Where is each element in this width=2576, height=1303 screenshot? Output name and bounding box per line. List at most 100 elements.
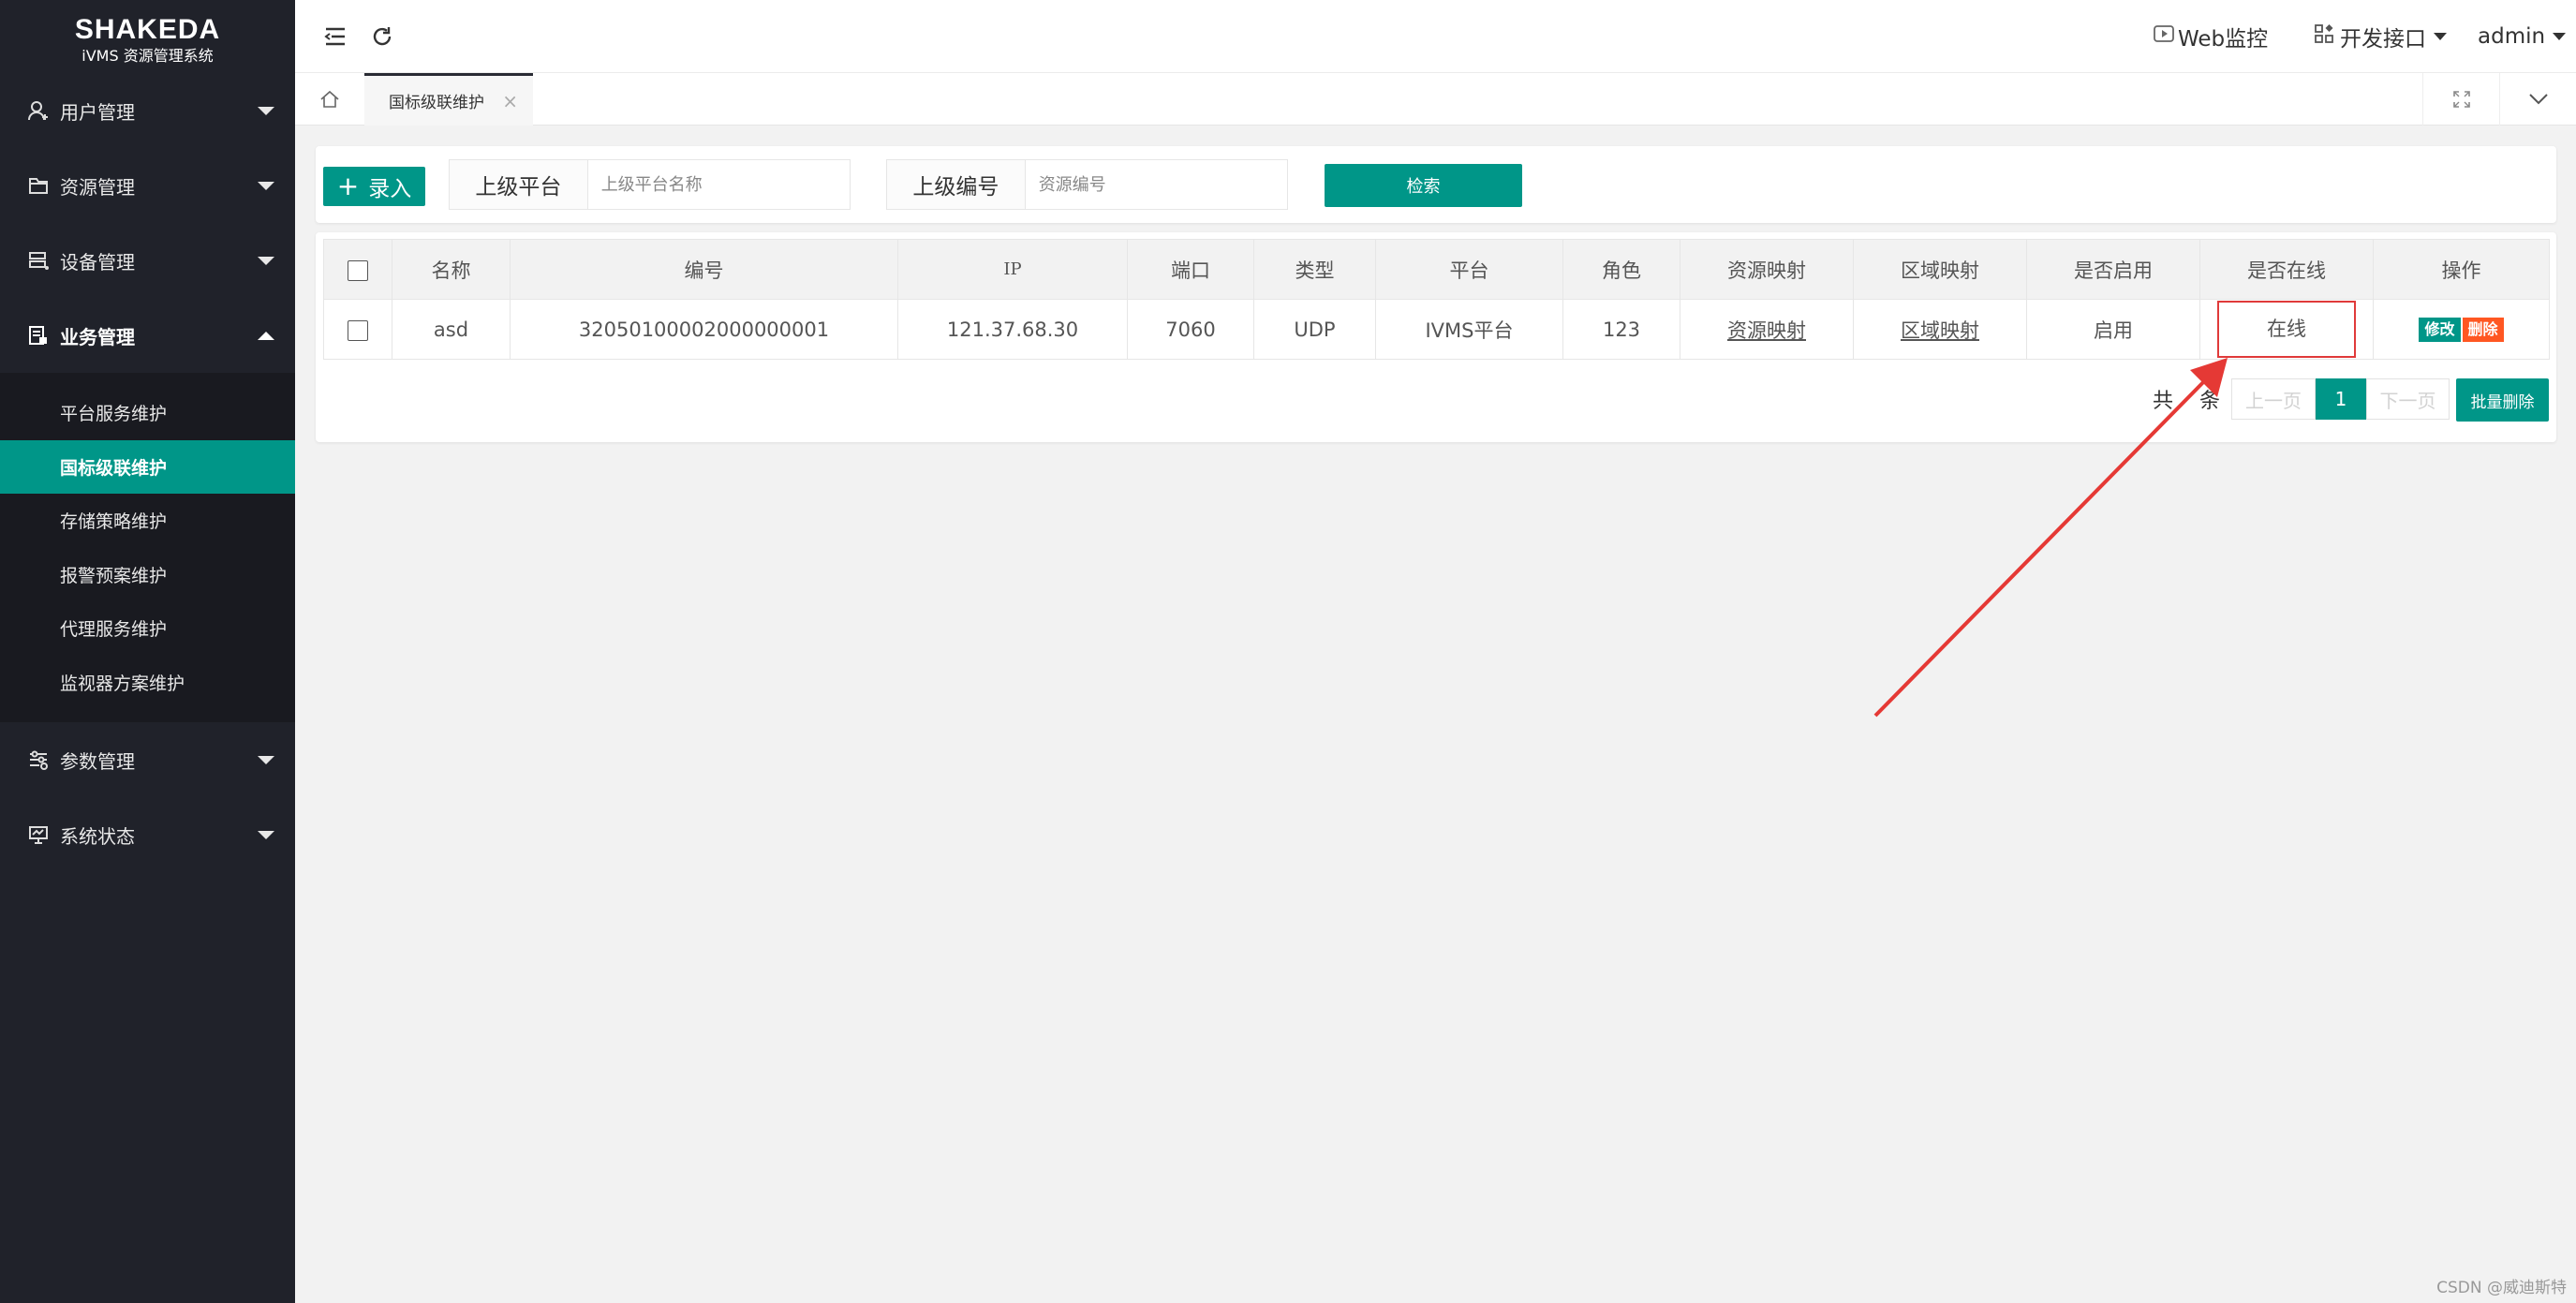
- caret-down-icon: [2553, 33, 2567, 40]
- user-menu[interactable]: admin: [2478, 0, 2567, 73]
- delete-button[interactable]: 删除: [2462, 318, 2504, 342]
- logo-brand: SHAKEDA: [74, 14, 221, 45]
- platform-label: 上级平台: [450, 160, 588, 209]
- column-header: 操作: [2373, 239, 2550, 300]
- close-icon[interactable]: ×: [502, 90, 518, 112]
- top-header: Web监控 开发接口 admin: [295, 0, 2576, 73]
- sidebar-item-platform-service[interactable]: 平台服务维护: [0, 386, 295, 440]
- column-header: 端口: [1127, 239, 1254, 300]
- platform-field: 上级平台: [449, 159, 851, 210]
- sidebar-item-storage-policy[interactable]: 存储策略维护: [0, 494, 295, 548]
- folder-icon: [26, 173, 51, 198]
- monitor-icon: [26, 822, 51, 847]
- column-header: 类型: [1253, 239, 1376, 300]
- resource-code-input[interactable]: [1025, 160, 1287, 209]
- batch-delete-button[interactable]: 批量删除: [2456, 378, 2549, 422]
- tab-dropdown-icon[interactable]: [2499, 73, 2576, 126]
- add-button-label: 录入: [368, 177, 412, 201]
- chevron-down-icon: [258, 831, 274, 839]
- total-prefix: 共: [2153, 390, 2174, 413]
- web-monitor-link[interactable]: Web监控: [2154, 0, 2268, 73]
- home-icon[interactable]: [295, 73, 365, 126]
- dev-api-menu[interactable]: 开发接口: [2314, 0, 2447, 73]
- column-header: 资源映射: [1680, 239, 1854, 300]
- sidebar-item-label: 用户管理: [60, 100, 135, 124]
- row-select-cell: [323, 299, 392, 360]
- table-header-row: 名称 编号 IP 端口 类型 平台 角色 资源映射 区域映射 是否启用 是否在线…: [323, 239, 2550, 300]
- total-count: 共 条: [2153, 384, 2220, 414]
- watermark: CSDN @威迪斯特: [2436, 1279, 2567, 1297]
- resource-map-link[interactable]: 资源映射: [1727, 319, 1806, 342]
- edit-button[interactable]: 修改: [2419, 318, 2461, 342]
- column-header: 编号: [510, 239, 898, 300]
- select-all-checkbox[interactable]: [348, 259, 368, 281]
- briefcase-icon: [26, 323, 51, 348]
- chevron-up-icon: [258, 332, 274, 340]
- refresh-icon[interactable]: [366, 21, 398, 52]
- sidebar-item-device-management[interactable]: 设备管理: [0, 223, 295, 298]
- sidebar-item-monitor-scheme[interactable]: 监视器方案维护: [0, 656, 295, 710]
- cell-role: 123: [1562, 299, 1680, 360]
- sidebar-item-label: 参数管理: [60, 749, 135, 773]
- column-header: IP: [897, 239, 1128, 300]
- sidebar-item-system-status[interactable]: 系统状态: [0, 797, 295, 872]
- next-page-button[interactable]: 下一页: [2366, 378, 2450, 420]
- tab-gb-cascade[interactable]: 国标级联维护 ×: [364, 73, 533, 126]
- sidebar-item-gb-cascade[interactable]: 国标级联维护: [0, 439, 295, 494]
- column-header: 角色: [1562, 239, 1680, 300]
- prev-page-button[interactable]: 上一页: [2231, 378, 2316, 420]
- add-button[interactable]: + 录入: [323, 167, 425, 206]
- tab-bar: 国标级联维护 ×: [295, 73, 2576, 126]
- row-checkbox[interactable]: [348, 319, 368, 341]
- sidebar-item-alarm-plan[interactable]: 报警预案维护: [0, 548, 295, 602]
- cell-actions: 修改 删除: [2373, 299, 2550, 360]
- sliders-icon: [26, 748, 51, 772]
- search-button[interactable]: 检索: [1325, 164, 1522, 207]
- business-submenu: 平台服务维护 国标级联维护 存储策略维护 报警预案维护 代理服务维护 监视器方案…: [0, 373, 295, 722]
- chevron-down-icon: [258, 257, 274, 265]
- cell-name: asd: [392, 299, 511, 360]
- web-monitor-label: Web监控: [2178, 27, 2269, 52]
- caret-down-icon: [2434, 33, 2447, 40]
- cell-enabled: 启用: [2026, 299, 2200, 360]
- cascade-table: 名称 编号 IP 端口 类型 平台 角色 资源映射 区域映射 是否启用 是否在线…: [323, 239, 2550, 360]
- platform-name-input[interactable]: [587, 160, 850, 209]
- sidebar-item-resource-management[interactable]: 资源管理: [0, 148, 295, 223]
- sidebar-item-proxy-service[interactable]: 代理服务维护: [0, 601, 295, 656]
- cell-resource-map: 资源映射: [1680, 299, 1854, 360]
- sidebar-item-user-management[interactable]: 用户管理: [0, 73, 295, 148]
- cell-code: 32050100002000000001: [510, 299, 898, 360]
- sidebar-item-parameter-management[interactable]: 参数管理: [0, 722, 295, 797]
- menu-collapse-icon[interactable]: [319, 21, 351, 52]
- cell-online: 在线: [2199, 299, 2374, 360]
- table-row: asd 32050100002000000001 121.37.68.30 70…: [323, 299, 2550, 360]
- fullscreen-icon[interactable]: [2422, 73, 2500, 126]
- logo-subtitle: iVMS 资源管理系统: [81, 47, 214, 65]
- sidebar-item-label: 业务管理: [60, 325, 135, 348]
- total-suffix: 条: [2199, 390, 2221, 413]
- video-icon: [2154, 24, 2174, 49]
- device-icon: [26, 248, 51, 273]
- username: admin: [2478, 24, 2546, 49]
- cell-area-map: 区域映射: [1853, 299, 2027, 360]
- page-1-button[interactable]: 1: [2316, 378, 2366, 420]
- logo: SHAKEDA iVMS 资源管理系统: [0, 0, 295, 73]
- cell-port: 7060: [1127, 299, 1254, 360]
- column-header: 平台: [1375, 239, 1563, 300]
- area-map-link[interactable]: 区域映射: [1901, 319, 1979, 342]
- online-status: 在线: [2217, 301, 2356, 358]
- cell-type: UDP: [1253, 299, 1376, 360]
- sidebar-item-business-management[interactable]: 业务管理: [0, 298, 295, 373]
- sidebar-item-label: 系统状态: [60, 824, 135, 848]
- cell-platform: IVMS平台: [1375, 299, 1563, 360]
- chevron-down-icon: [258, 182, 274, 190]
- column-header: 是否在线: [2199, 239, 2374, 300]
- sidebar: SHAKEDA iVMS 资源管理系统 用户管理 资源管理 设备管理 业务管理 …: [0, 0, 295, 1303]
- column-header: 区域映射: [1853, 239, 2027, 300]
- tab-label: 国标级联维护: [389, 94, 484, 112]
- plus-icon: +: [336, 170, 360, 201]
- code-label: 上级编号: [887, 160, 1026, 209]
- column-header: 名称: [392, 239, 511, 300]
- code-field: 上级编号: [886, 159, 1288, 210]
- chevron-down-icon: [258, 107, 274, 115]
